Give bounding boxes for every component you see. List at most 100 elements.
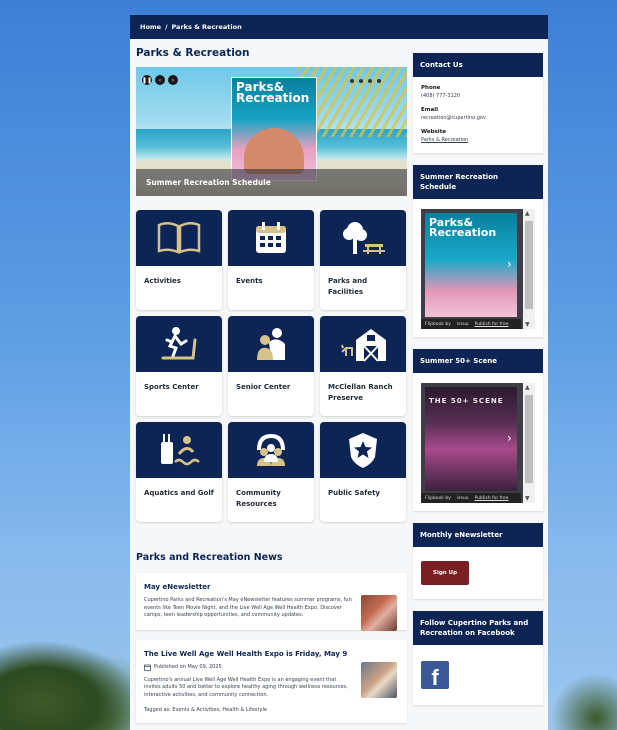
flipbook-bar: Flipbook by issuu Publish for free [421, 319, 521, 329]
tile-label: Aquatics and Golf [144, 489, 214, 497]
contact-heading: Contact Us [413, 53, 543, 77]
flipbook-next-icon[interactable]: › [507, 257, 512, 271]
news-thumbnail[interactable] [361, 595, 397, 631]
tile-activities[interactable]: Activities [136, 210, 222, 310]
contact-card: Contact Us Phone (408) 777-3120 Email re… [413, 53, 543, 153]
news-body: Cupertino's annual Live Well Age Well He… [144, 676, 348, 698]
slide-dot[interactable] [359, 79, 363, 83]
news-tags[interactable]: Tagged as: Events & Activities, Health &… [144, 707, 399, 713]
flipbook-scrollbar[interactable]: ▲ ▼ [523, 383, 535, 503]
facebook-icon[interactable]: f [421, 661, 449, 689]
breadcrumb: Home / Parks & Recreation [130, 15, 548, 39]
tile-community-resources[interactable]: Community Resources [228, 422, 314, 522]
website-link[interactable]: Parks & Recreation [421, 137, 535, 143]
tile-label: McClellan Ranch Preserve [328, 383, 393, 402]
page-title: Parks & Recreation [136, 47, 250, 59]
newsletter-heading: Monthly eNewsletter [413, 523, 543, 547]
slideshow-controls: ❚❚ ‹ › [142, 75, 178, 85]
tile-label: Community Resources [236, 489, 281, 508]
tile-aquatics-and-golf[interactable]: Aquatics and Golf [136, 422, 222, 522]
scroll-up-icon[interactable]: ▲ [525, 384, 530, 391]
main-column: Parks & Recreation Parks& Recreation ❚❚ … [136, 45, 407, 730]
tile-label: Events [236, 277, 263, 285]
tile-events[interactable]: Events [228, 210, 314, 310]
tile-mcclellan-ranch-preserve[interactable]: McClellan Ranch Preserve [320, 316, 406, 416]
breadcrumb-current-link[interactable]: Parks & Recreation [171, 23, 241, 31]
phone-label: Phone [421, 85, 441, 91]
flipbook-cover-title: Parks& Recreation [429, 216, 497, 239]
sidebar: Contact Us Phone (408) 777-3120 Email re… [413, 53, 543, 717]
page-container: Home / Parks & Recreation Parks & Recrea… [130, 15, 548, 730]
newsletter-card: Monthly eNewsletter Sign Up [413, 523, 543, 599]
barn-icon [341, 329, 386, 362]
slide-dot[interactable] [377, 79, 381, 83]
scroll-up-icon[interactable]: ▲ [525, 210, 530, 217]
background-trees-right [547, 670, 617, 730]
tile-parks-and-facilities[interactable]: Parks and Facilities [320, 210, 406, 310]
slide-dot[interactable] [368, 79, 372, 83]
publish-for-free-link[interactable]: Publish for free [475, 322, 509, 327]
news-body: Cupertino Parks and Recreation's May eNe… [144, 597, 352, 618]
scrollbar-thumb[interactable] [525, 221, 533, 309]
scroll-down-icon[interactable]: ▼ [525, 321, 530, 328]
tile-senior-center[interactable]: Senior Center [228, 316, 314, 416]
scroll-down-icon[interactable]: ▼ [525, 495, 530, 502]
tree-picnic-icon [343, 222, 385, 254]
scrollbar-thumb[interactable] [525, 395, 533, 483]
issuu-logo[interactable]: issuu [457, 496, 469, 501]
flipbook-bar: Flipbook by issuu Publish for free [421, 493, 521, 503]
publish-for-free-link[interactable]: Publish for free [475, 496, 509, 501]
flipbook-scrollbar[interactable]: ▲ ▼ [523, 209, 535, 329]
breadcrumb-separator: / [165, 23, 168, 31]
tile-label: Senior Center [236, 383, 291, 391]
sign-up-button[interactable]: Sign Up [421, 561, 470, 585]
treadmill-icon [161, 327, 197, 360]
tile-label: Activities [144, 277, 181, 285]
badge-icon [349, 433, 377, 468]
tile-label: Parks and Facilities [328, 277, 368, 296]
news-heading: Parks and Recreation News [136, 552, 283, 563]
summer-schedule-heading: Summer Recreation Schedule [413, 165, 543, 199]
senior-couple-icon [257, 328, 285, 360]
next-slide-button[interactable]: › [168, 75, 178, 85]
facebook-heading: Follow Cupertino Parks and Recreation on… [413, 611, 543, 645]
issuu-logo[interactable]: issuu [457, 322, 469, 327]
hero-caption[interactable]: Summer Recreation Schedule [136, 169, 407, 196]
flipbook-by-text: Flipbook by [425, 321, 451, 327]
golf-swim-icon [161, 434, 200, 466]
news-item: The Live Well Age Well Health Expo is Fr… [136, 639, 407, 723]
flipbook-viewer[interactable]: Parks& Recreation › Flipbook by issuu Pu… [421, 209, 535, 329]
phone-value[interactable]: (408) 777-3120 [421, 93, 535, 99]
flipbook-next-icon[interactable]: › [507, 431, 512, 445]
breadcrumb-home-link[interactable]: Home [140, 23, 161, 31]
book-icon [157, 222, 201, 254]
summer-50-card: Summer 50+ Scene THE 50+ SCENE › Flipboo… [413, 349, 543, 511]
email-value[interactable]: recreation@cupertino.gov [421, 115, 535, 121]
flipbook-cover-title: THE 50+ SCENE [429, 397, 504, 405]
tile-public-safety[interactable]: Public Safety [320, 422, 406, 522]
flipbook-viewer[interactable]: THE 50+ SCENE › Flipbook by issuu Publis… [421, 383, 535, 503]
calendar-icon [144, 664, 151, 671]
news-item: May eNewsletter Cupertino Parks and Recr… [136, 573, 407, 631]
news-published-date: Published on May 09, 2025 [154, 664, 222, 670]
slide-dot[interactable] [350, 79, 354, 83]
tile-label: Sports Center [144, 383, 199, 391]
hero-poster[interactable]: Parks& Recreation [231, 77, 317, 181]
flipbook-cover[interactable]: Parks& Recreation [425, 213, 517, 317]
hero-slideshow[interactable]: Parks& Recreation ❚❚ ‹ › Summer Recreati… [136, 67, 407, 196]
news-title-link[interactable]: May eNewsletter [144, 583, 399, 591]
tile-sports-center[interactable]: Sports Center [136, 316, 222, 416]
flipbook-cover[interactable]: THE 50+ SCENE [425, 387, 517, 491]
flipbook-by-text: Flipbook by [425, 495, 451, 501]
community-icon [257, 434, 285, 466]
hero-poster-photo [244, 128, 304, 174]
news-thumbnail[interactable] [361, 661, 397, 698]
email-label: Email [421, 107, 438, 113]
website-label: Website [421, 129, 447, 135]
pause-button[interactable]: ❚❚ [142, 75, 152, 85]
prev-slide-button[interactable]: ‹ [155, 75, 165, 85]
hero-poster-title: Parks& Recreation [236, 80, 310, 105]
summer-50-heading: Summer 50+ Scene [413, 349, 543, 373]
quick-links-grid: Activities Events Parks and Facilities S… [136, 210, 407, 522]
news-title-link[interactable]: The Live Well Age Well Health Expo is Fr… [144, 650, 399, 658]
